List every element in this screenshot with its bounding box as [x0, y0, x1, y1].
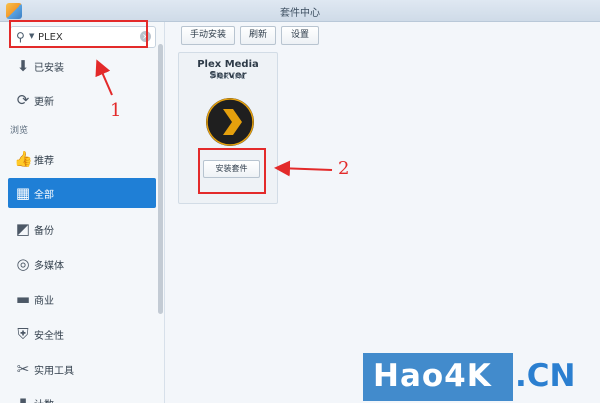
backup-icon: ◩ — [15, 220, 31, 238]
sidebar-item-partial[interactable]: ▮ 计数 — [8, 388, 156, 403]
sidebar-item-label: 实用工具 — [34, 366, 74, 377]
sidebar-item-label: 商业 — [34, 296, 54, 307]
grid-icon: ▦ — [15, 184, 31, 202]
title-bar: 套件中心 — [0, 0, 600, 22]
sidebar-item-label: 全部 — [34, 190, 54, 201]
watermark-suffix: .CN — [515, 358, 576, 394]
sidebar-item-label: 备份 — [34, 226, 54, 237]
download-icon: ⬇ — [16, 57, 30, 75]
film-reel-icon: ◎ — [16, 255, 30, 273]
sidebar-item-utilities[interactable]: ✂ 实用工具 — [8, 354, 156, 384]
annotation-label-1: 1 — [110, 100, 122, 121]
package-vendor: Plex Inc — [210, 72, 246, 82]
sidebar-item-updates[interactable]: ⟳ 更新 — [8, 85, 156, 115]
sidebar-item-label: 多媒体 — [34, 261, 64, 272]
shield-icon: ⛨ — [17, 325, 29, 343]
sidebar-item-backup[interactable]: ◩ 备份 — [8, 214, 156, 244]
sidebar-item-installed[interactable]: ⬇ 已安装 — [8, 51, 156, 81]
thumbs-up-icon: 👍 — [14, 150, 33, 168]
sidebar-item-all[interactable]: ▦ 全部 — [8, 178, 156, 208]
sidebar: ⚲ ▼ × ⬇ 已安装 ⟳ 更新 浏览 👍 推荐 ▦ 全部 ◩ 备份 ◎ 多媒体 — [0, 22, 165, 403]
window-title: 套件中心 — [280, 8, 320, 19]
settings-button[interactable]: 设置 — [281, 26, 319, 45]
briefcase-icon: ▬ — [15, 290, 31, 308]
sidebar-item-label: 更新 — [34, 97, 54, 108]
sidebar-item-label: 已安装 — [34, 63, 64, 74]
annotation-label-2: 2 — [338, 158, 350, 179]
annotation-box-search — [9, 20, 148, 48]
refresh-button[interactable]: 刷新 — [240, 26, 276, 45]
annotation-box-install — [198, 148, 266, 194]
sidebar-scrollbar[interactable] — [158, 44, 163, 314]
sidebar-item-multimedia[interactable]: ◎ 多媒体 — [8, 249, 156, 279]
watermark-text: Hao4K — [373, 358, 492, 394]
sidebar-item-label: 安全性 — [34, 331, 64, 342]
sidebar-item-recommended[interactable]: 👍 推荐 — [8, 144, 156, 174]
sidebar-item-label: 推荐 — [34, 156, 54, 167]
refresh-icon: ⟳ — [16, 91, 30, 109]
sidebar-item-label: 计数 — [34, 396, 54, 403]
package-center-window: 套件中心 ⚲ ▼ × ⬇ 已安装 ⟳ 更新 浏览 👍 推荐 ▦ 全部 ◩ 备份 — [0, 0, 600, 403]
sidebar-item-security[interactable]: ⛨ 安全性 — [8, 319, 156, 349]
tools-icon: ✂ — [16, 360, 30, 378]
watermark: Hao4K .CN — [363, 353, 591, 401]
manual-install-button[interactable]: 手动安装 — [181, 26, 235, 45]
chart-icon: ▮ — [18, 394, 28, 403]
section-heading-browse: 浏览 — [10, 126, 29, 136]
plex-logo-icon — [206, 98, 254, 146]
sidebar-item-business[interactable]: ▬ 商业 — [8, 284, 156, 314]
arrow-2 — [274, 160, 333, 177]
